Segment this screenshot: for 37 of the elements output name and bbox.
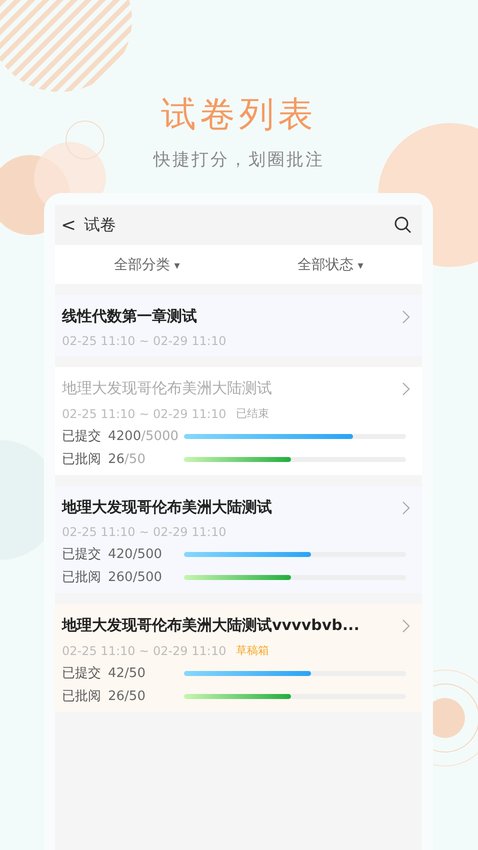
exam-time: 02-25 11:10 ~ 02-29 11:10 — [62, 644, 226, 658]
back-button[interactable]: < — [61, 214, 76, 236]
exam-card[interactable]: 线性代数第一章测试 02-25 11:10 ~ 02-29 11:10 — [55, 295, 422, 356]
exam-title: 线性代数第一章测试 — [62, 307, 197, 326]
progress-count: 26/50 — [108, 452, 146, 466]
exam-time: 02-25 11:10 ~ 02-29 11:10 — [62, 406, 226, 420]
filter-dropdown[interactable]: 全部分类 ▾ — [55, 256, 238, 274]
chevron-icon — [402, 500, 410, 514]
exam-title: 地理大发现哥伦布美洲大陆测试 — [62, 379, 272, 398]
progress-count: 260/500 — [108, 570, 164, 584]
exam-title: 地理大发现哥伦布美洲大陆测试vvvvbvb... — [62, 616, 360, 635]
chevron-icon — [402, 618, 410, 632]
search-icon[interactable] — [394, 216, 412, 234]
progress-label: 已批阅 — [62, 451, 102, 468]
progress-label: 已提交 — [62, 665, 102, 682]
progress-label: 已提交 — [62, 428, 102, 445]
exam-title: 地理大发现哥伦布美洲大陆测试 — [62, 498, 272, 517]
exam-card[interactable]: 地理大发现哥伦布美洲大陆测试 02-25 11:10 ~ 02-29 11:10 已结束 已提交 4200/5000 已批阅 26/50 — [55, 367, 422, 475]
filter-dropdown[interactable]: 全部状态 ▾ — [238, 256, 422, 274]
progress-label: 已提交 — [62, 546, 102, 563]
page-title: 试卷列表 — [160, 94, 318, 137]
exam-time: 02-25 11:10 ~ 02-29 11:10 — [62, 334, 226, 348]
exam-card[interactable]: 地理大发现哥伦布美洲大陆测试vvvvbvb... 02-25 11:10 ~ 02-29 11:10 草稿箱 已提交 42/50 已批阅 26/50 — [55, 604, 422, 712]
status-label: 已结束 — [236, 406, 270, 421]
status-label: 草稿箱 — [236, 643, 270, 658]
progress-count: 4200/5000 — [108, 428, 180, 444]
page-subtitle: 快捷打分，划圈批注 — [152, 149, 326, 171]
screen-title: 试卷 — [84, 214, 118, 236]
exam-time: 02-25 11:10 ~ 02-29 11:10 — [62, 525, 226, 539]
chevron-icon — [402, 310, 410, 324]
exam-card[interactable]: 地理大发现哥伦布美洲大陆测试 02-25 11:10 ~ 02-29 11:10 已提交 420/500 已批阅 260/500 — [55, 486, 422, 593]
progress-label: 已批阅 — [62, 569, 102, 586]
chevron-icon — [402, 382, 410, 396]
progress-count: 26/50 — [108, 688, 146, 704]
progress-label: 已批阅 — [62, 688, 102, 705]
progress-count: 42/50 — [108, 666, 146, 680]
progress-count: 420/500 — [108, 546, 164, 562]
